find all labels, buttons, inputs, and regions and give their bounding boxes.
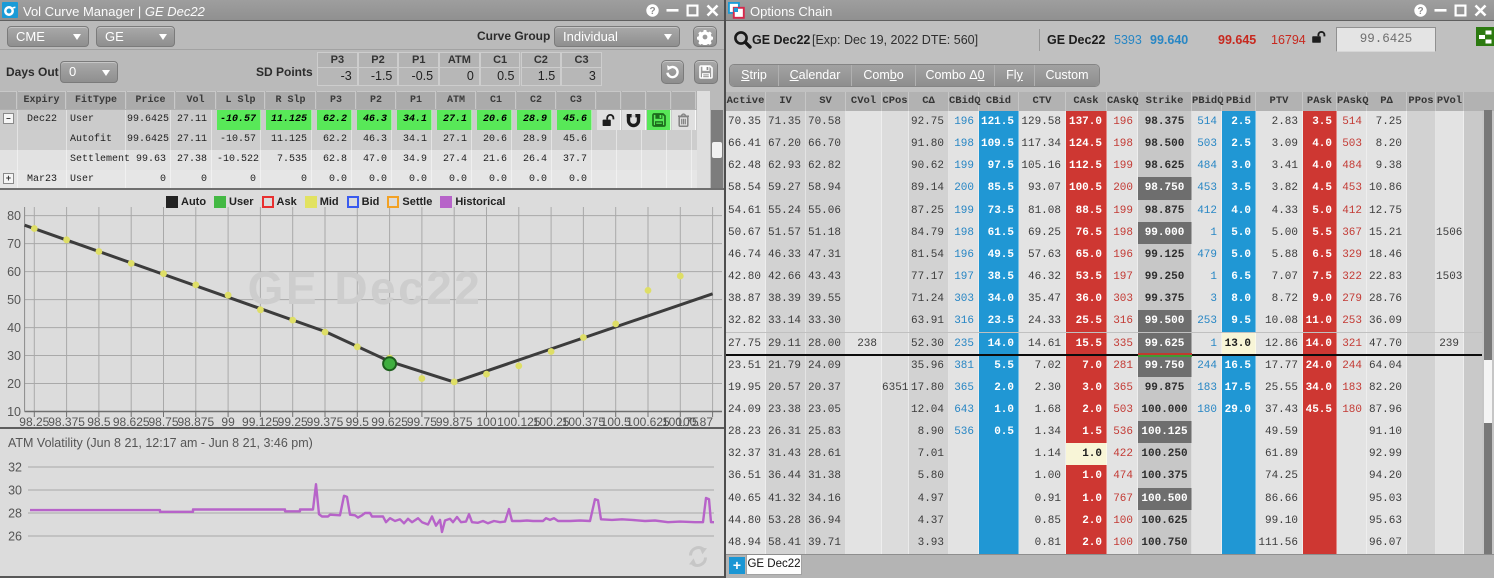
- svg-text:100.375: 100.375: [562, 415, 606, 427]
- svg-text:100: 100: [476, 415, 496, 427]
- svg-text:98.625: 98.625: [113, 415, 150, 427]
- svg-text:99: 99: [221, 415, 235, 427]
- svg-text:30: 30: [8, 484, 22, 498]
- svg-text:98.5: 98.5: [87, 415, 111, 427]
- svg-text:50: 50: [7, 293, 21, 307]
- svg-text:60: 60: [7, 265, 21, 279]
- svg-text:98.75: 98.75: [148, 415, 178, 427]
- svg-text:98.375: 98.375: [48, 415, 85, 427]
- svg-text:20: 20: [7, 377, 21, 391]
- svg-text:99.75: 99.75: [407, 415, 437, 427]
- svg-text:26: 26: [8, 530, 22, 544]
- svg-text:28: 28: [8, 507, 22, 521]
- svg-text:40: 40: [7, 321, 21, 335]
- svg-text:98.875: 98.875: [177, 415, 214, 427]
- svg-text:100.87: 100.87: [676, 415, 713, 427]
- svg-text:99.875: 99.875: [436, 415, 473, 427]
- svg-text:99.125: 99.125: [242, 415, 279, 427]
- svg-text:32: 32: [8, 461, 22, 475]
- svg-text:99.25: 99.25: [278, 415, 308, 427]
- svg-text:?: ?: [1417, 6, 1423, 17]
- svg-text:30: 30: [7, 349, 21, 363]
- svg-text:99.625: 99.625: [371, 415, 408, 427]
- svg-text:GE Dec22: GE Dec22: [248, 262, 483, 314]
- svg-text:99.5: 99.5: [346, 415, 370, 427]
- svg-text:80: 80: [7, 209, 21, 223]
- svg-text:?: ?: [649, 6, 655, 17]
- svg-text:70: 70: [7, 237, 21, 251]
- svg-text:99.375: 99.375: [307, 415, 344, 427]
- svg-text:98.25: 98.25: [19, 415, 49, 427]
- svg-text:ATM Volatility (Jun 8 21, 12:1: ATM Volatility (Jun 8 21, 12:17 am - Jun…: [8, 436, 313, 450]
